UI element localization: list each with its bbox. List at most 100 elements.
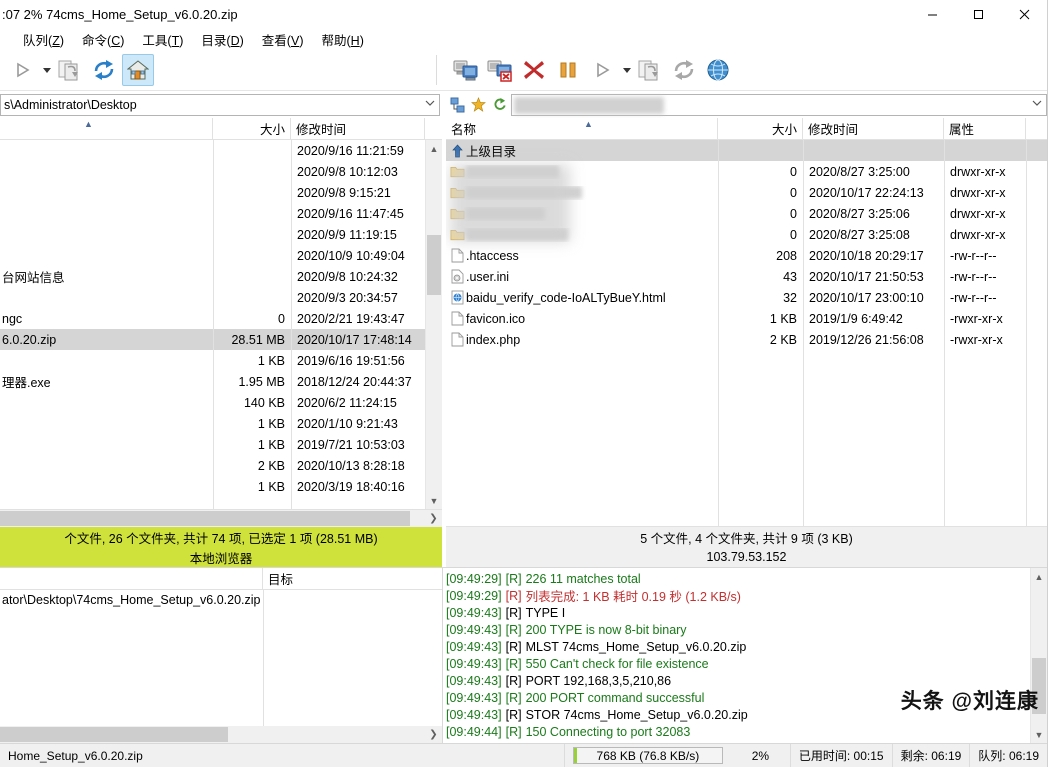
resume-dropdown-button[interactable] — [620, 54, 634, 86]
log-scroll-down-icon[interactable]: ▼ — [1031, 726, 1047, 743]
log-direction-tag: [R] — [506, 657, 522, 671]
local-file-row[interactable]: 2 KB2020/10/13 8:28:18 — [0, 455, 442, 476]
local-path-combobox[interactable]: s\Administrator\Desktop — [0, 94, 440, 116]
local-file-row[interactable]: 理器.exe1.95 MB2018/12/24 20:44:37 — [0, 371, 442, 392]
local-horizontal-scrollbar[interactable]: ❯ — [0, 510, 442, 527]
queue-hscroll-thumb[interactable] — [0, 727, 228, 742]
menu-item-tools[interactable]: 工具(T) — [133, 28, 192, 51]
menu-item-view[interactable]: 查看(V) — [253, 28, 313, 51]
remote-header-date[interactable]: 修改时间 — [803, 118, 944, 139]
abort-button[interactable] — [518, 54, 550, 86]
folder-icon — [448, 165, 466, 179]
local-file-row[interactable]: 2020/9/8 9:15:21 — [0, 182, 442, 203]
file-icon — [448, 311, 466, 326]
remote-header-attr[interactable]: 属性 — [944, 118, 1026, 139]
remote-pane: ▲ 名称 大小 修改时间 属性 上级目录02020/8/27 3:25:00dr… — [446, 118, 1047, 567]
local-header-size[interactable]: 大小 — [213, 118, 291, 139]
scroll-down-icon[interactable]: ▼ — [426, 492, 442, 509]
queue-horizontal-scrollbar[interactable]: ❯ — [0, 726, 442, 743]
remote-file-row[interactable]: index.php2 KB2019/12/26 21:56:08-rwxr-xr… — [446, 329, 1047, 350]
remote-path-combobox[interactable] — [511, 94, 1047, 116]
remote-file-row[interactable]: 02020/8/27 3:25:00drwxr-xr-x — [446, 161, 1047, 182]
favorite-star-icon[interactable] — [469, 95, 488, 114]
remote-header-size-label: 大小 — [772, 119, 797, 138]
local-file-row[interactable]: 6.0.20.zip28.51 MB2020/10/17 17:48:14 — [0, 329, 442, 350]
local-file-list[interactable]: 2020/9/16 11:21:59 2020/9/8 10:12:03 2020/… — [0, 140, 442, 510]
queue-scroll-right-icon[interactable]: ❯ — [425, 726, 442, 743]
local-scroll-thumb[interactable] — [427, 235, 441, 295]
close-button[interactable] — [1001, 0, 1047, 28]
remote-file-row[interactable]: 02020/10/17 22:24:13drwxr-xr-x — [446, 182, 1047, 203]
log-scroll-up-icon[interactable]: ▲ — [1031, 568, 1047, 585]
minimize-button[interactable] — [909, 0, 955, 28]
maximize-button[interactable] — [955, 0, 1001, 28]
remote-row-name-text: 上级目录 — [466, 141, 516, 160]
local-file-row[interactable]: 2020/9/16 11:21:59 — [0, 140, 442, 161]
remote-file-row[interactable]: 02020/8/27 3:25:08drwxr-xr-x — [446, 224, 1047, 245]
home-button[interactable] — [122, 54, 154, 86]
menu-item-help[interactable]: 帮助(H) — [312, 28, 372, 51]
local-vertical-scrollbar[interactable]: ▲ ▼ — [425, 140, 442, 509]
scroll-up-icon[interactable]: ▲ — [426, 140, 442, 157]
chevron-down-icon[interactable] — [421, 99, 439, 110]
queue-transfer-button[interactable] — [634, 54, 666, 86]
remote-file-row[interactable]: 上级目录 — [446, 140, 1047, 161]
local-header-name[interactable]: ▲ — [0, 118, 213, 139]
transfer-play-button[interactable] — [6, 54, 38, 86]
local-row-name: 6.0.20.zip — [0, 333, 213, 347]
log-panel[interactable]: [09:49:29][R]226 11 matches total[09:49:… — [442, 568, 1047, 743]
local-file-row[interactable]: 1 KB2020/3/19 18:40:16 — [0, 476, 442, 497]
local-file-row[interactable]: 1 KB2020/1/10 9:21:43 — [0, 413, 442, 434]
local-file-row[interactable]: 2020/10/9 10:49:04 — [0, 245, 442, 266]
transfer-dropdown-button[interactable] — [40, 54, 54, 86]
refresh-remote-button[interactable] — [668, 54, 700, 86]
local-hscroll-thumb[interactable] — [0, 511, 410, 526]
log-vertical-scrollbar[interactable]: ▲ ▼ — [1030, 568, 1047, 743]
queue-header-source[interactable] — [0, 568, 263, 589]
remote-file-row[interactable]: favicon.ico1 KB2019/1/9 6:49:42-rwxr-xr-… — [446, 308, 1047, 329]
queue-row[interactable]: ator\Desktop\74cms_Home_Setup_v6.0.20.zi… — [0, 590, 442, 610]
remote-file-row[interactable]: .htaccess2082020/10/18 20:29:17-rw-r--r-… — [446, 245, 1047, 266]
disconnect-button[interactable] — [484, 54, 516, 86]
local-file-row[interactable]: ngc02020/2/21 19:43:47 — [0, 308, 442, 329]
local-file-row[interactable]: 2020/9/16 11:47:45 — [0, 203, 442, 224]
resume-button[interactable] — [586, 54, 618, 86]
refresh-copy-button[interactable] — [54, 54, 86, 86]
local-row-date: 2020/9/8 10:12:03 — [291, 165, 425, 179]
reconnect-icon[interactable] — [490, 95, 509, 114]
local-row-name: 理器.exe — [0, 372, 213, 391]
local-file-row[interactable]: 1 KB2019/6/16 19:51:56 — [0, 350, 442, 371]
local-row-date: 2020/6/2 11:24:15 — [291, 396, 425, 410]
local-file-row[interactable]: 2020/9/9 11:19:15 — [0, 224, 442, 245]
remote-file-row[interactable]: 02020/8/27 3:25:06drwxr-xr-x — [446, 203, 1047, 224]
scroll-right-icon[interactable]: ❯ — [425, 510, 442, 527]
refresh-button[interactable] — [88, 54, 120, 86]
log-direction-tag: [R] — [506, 708, 522, 722]
menu-item-command[interactable]: 命令(C) — [73, 28, 133, 51]
pause-button[interactable] — [552, 54, 584, 86]
local-header-date[interactable]: 修改时间 — [291, 118, 425, 139]
menu-item-0[interactable] — [0, 37, 14, 41]
remote-file-list[interactable]: 上级目录02020/8/27 3:25:00drwxr-xr-x02020/10… — [446, 140, 1047, 527]
connect-button[interactable] — [450, 54, 482, 86]
local-file-row[interactable]: 台网站信息2020/9/8 10:24:32 — [0, 266, 442, 287]
local-file-row[interactable]: 2020/9/3 20:34:57 — [0, 287, 442, 308]
remote-header-size[interactable]: 大小 — [718, 118, 803, 139]
local-file-row[interactable]: 1 KB2019/7/21 10:53:03 — [0, 434, 442, 455]
remote-column-divider — [803, 140, 804, 526]
log-timestamp: [09:49:29] — [446, 589, 502, 603]
site-manager-icon[interactable] — [448, 95, 467, 114]
remote-header-name[interactable]: ▲ 名称 — [446, 118, 718, 139]
menu-item-directory[interactable]: 目录(D) — [192, 28, 252, 51]
local-file-row[interactable]: 2020/9/8 10:12:03 — [0, 161, 442, 182]
queue-header-target[interactable]: 目标 — [263, 568, 442, 589]
remote-file-row[interactable]: baidu_verify_code-IoALTyBueY.html322020/… — [446, 287, 1047, 308]
browse-web-button[interactable] — [702, 54, 734, 86]
queue-body[interactable]: ator\Desktop\74cms_Home_Setup_v6.0.20.zi… — [0, 590, 442, 726]
remote-row-size: 0 — [718, 165, 803, 179]
remote-file-row[interactable]: .user.ini432020/10/17 21:50:53-rw-r--r-- — [446, 266, 1047, 287]
chevron-down-icon-remote[interactable] — [1028, 99, 1046, 110]
local-file-row[interactable]: 140 KB2020/6/2 11:24:15 — [0, 392, 442, 413]
remote-row-name: index.php — [446, 332, 718, 347]
menu-item-queue[interactable]: 队列(Z) — [14, 28, 73, 51]
